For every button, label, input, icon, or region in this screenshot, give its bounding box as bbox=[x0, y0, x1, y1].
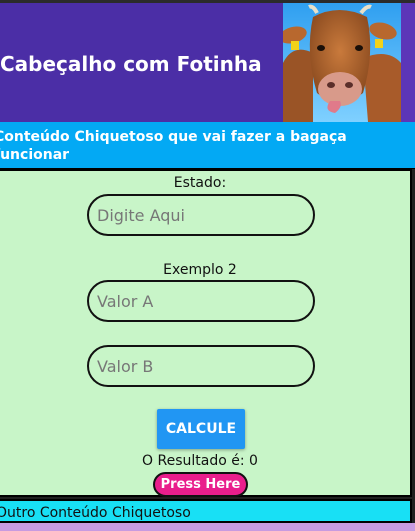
page-header: Cabeçalho com Fotinha bbox=[0, 3, 415, 122]
form-panel: Estado: Exemplo 2 CALCULE O Resultado é:… bbox=[0, 169, 412, 497]
valor-a-input[interactable] bbox=[87, 280, 315, 322]
footer-strip bbox=[0, 523, 415, 531]
estado-label: Estado: bbox=[173, 175, 227, 191]
page-title: Cabeçalho com Fotinha bbox=[0, 52, 262, 76]
header-right-band bbox=[401, 3, 415, 122]
exemplo-label: Exemplo 2 bbox=[163, 262, 237, 278]
other-content-bar: Outro Conteúdo Chiquetoso bbox=[0, 499, 412, 523]
cow-photo bbox=[283, 3, 401, 122]
press-here-button[interactable]: Press Here bbox=[153, 472, 248, 497]
result-text: O Resultado é: 0 bbox=[142, 453, 258, 469]
estado-input[interactable] bbox=[87, 194, 315, 236]
section-heading-text: Conteúdo Chiquetoso que vai fazer a baga… bbox=[0, 129, 347, 163]
section-heading: Conteúdo Chiquetoso que vai fazer a baga… bbox=[0, 122, 415, 169]
other-content-text: Outro Conteúdo Chiquetoso bbox=[0, 505, 191, 521]
calculate-button[interactable]: CALCULE bbox=[157, 409, 245, 449]
valor-b-input[interactable] bbox=[87, 345, 315, 387]
